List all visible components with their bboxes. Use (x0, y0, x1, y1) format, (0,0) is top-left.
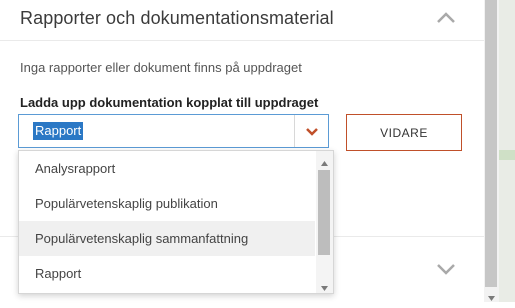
dropdown-scroll-thumb[interactable] (318, 170, 330, 255)
upload-label: Ladda upp dokumentation kopplat till upp… (20, 95, 319, 110)
page-scrollbar[interactable] (484, 0, 499, 302)
option-rapport[interactable]: Rapport (19, 256, 315, 291)
section-title: Rapporter och dokumentationsmaterial (20, 8, 334, 28)
select-dropdown: Analysrapport Populärvetenskaplig publik… (18, 150, 334, 294)
info-text: Inga rapporter eller dokument finns på u… (20, 60, 302, 75)
next-button[interactable]: VIDARE (346, 114, 462, 151)
chevron-down-icon[interactable] (433, 258, 459, 280)
page-scroll-thumb[interactable] (485, 0, 497, 287)
caret-down-icon[interactable] (304, 124, 320, 140)
page-scroll-down-arrow-icon[interactable] (487, 290, 496, 301)
option-popularvetenskaplig-publikation[interactable]: Populärvetenskaplig publikation (19, 186, 315, 221)
selected-value: Rapport (33, 122, 84, 140)
scroll-up-arrow-icon[interactable] (320, 155, 329, 166)
scroll-down-arrow-icon[interactable] (320, 280, 329, 291)
document-type-select[interactable]: Rapport (18, 114, 329, 148)
divider (0, 40, 484, 41)
dropdown-scrollbar[interactable] (316, 151, 333, 293)
select-separator (294, 115, 295, 147)
option-popularvetenskaplig-sammanfattning[interactable]: Populärvetenskaplig sammanfattning (19, 221, 315, 256)
option-analysrapport[interactable]: Analysrapport (19, 151, 315, 186)
chevron-up-icon[interactable] (433, 8, 459, 30)
background-strip (499, 0, 515, 302)
background-map-fragment (499, 150, 515, 160)
